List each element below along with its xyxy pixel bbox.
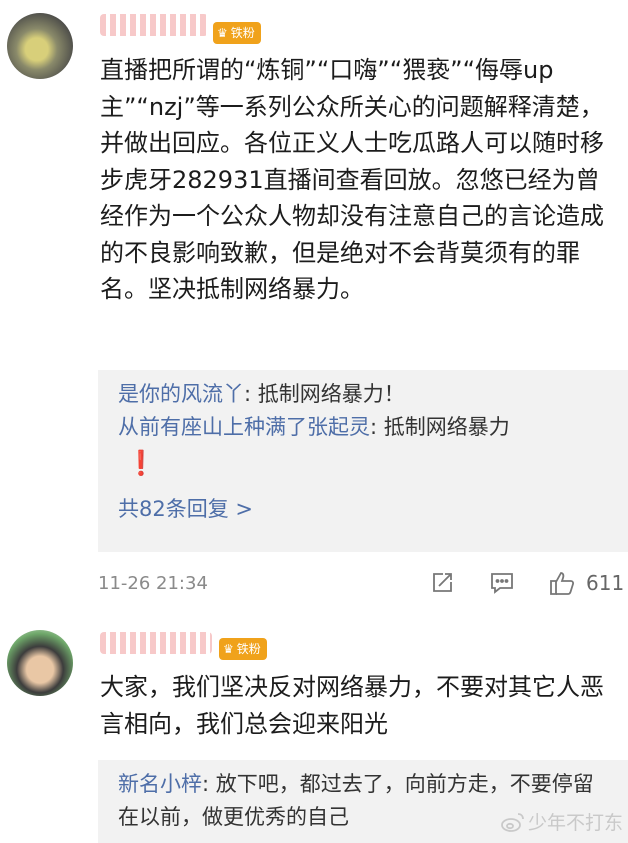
reply-author[interactable]: 新名小梓 xyxy=(118,772,202,796)
fan-badge-label: 铁粉 xyxy=(230,26,255,40)
avatar[interactable] xyxy=(7,13,73,79)
comment-footer: 11-26 21:34 611 xyxy=(98,566,628,600)
reply-item[interactable]: 是你的风流丫: 抵制网络暴力！ xyxy=(118,378,628,411)
crown-icon: ♛ xyxy=(223,642,234,656)
fan-badge-label: 铁粉 xyxy=(236,642,261,656)
timestamp: 11-26 21:34 xyxy=(98,572,208,594)
reply-separator: : xyxy=(202,772,216,796)
fan-badge: ♛ 铁粉 xyxy=(219,638,267,660)
reply-author[interactable]: 是你的风流丫 xyxy=(118,382,244,406)
avatar[interactable] xyxy=(7,630,73,696)
share-icon[interactable] xyxy=(428,569,456,597)
reply-item[interactable]: 从前有座山上种满了张起灵: 抵制网络暴力 xyxy=(118,411,628,444)
reply-text: 抵制网络暴力！ xyxy=(257,382,405,406)
exclamation-icon: ❗ xyxy=(126,449,156,477)
reply-separator: : xyxy=(370,415,384,439)
crown-icon: ♛ xyxy=(217,26,228,40)
comment-text: 大家，我们坚决反对网络暴力，不要对其它人恶言相向，我们总会迎来阳光 xyxy=(100,673,604,738)
comment-icon[interactable] xyxy=(488,569,516,597)
reply-text: 抵制网络暴力 xyxy=(383,415,510,439)
weibo-logo-icon xyxy=(501,812,524,832)
username-blurred[interactable] xyxy=(100,14,208,36)
reply-author[interactable]: 从前有座山上种满了张起灵 xyxy=(118,415,370,439)
comment-text: 直播把所谓的“炼铜”“口嗨”“猥亵”“侮辱up主”“nzj”等一系列公众所关心的… xyxy=(100,56,604,303)
fan-badge: ♛ 铁粉 xyxy=(213,22,261,44)
like-icon[interactable] xyxy=(548,569,576,597)
weibo-watermark: 少年不打东 xyxy=(500,808,623,835)
like-count: 611 xyxy=(586,571,625,595)
watermark-text: 少年不打东 xyxy=(528,812,624,834)
view-all-replies-link[interactable]: 共82条回复 > xyxy=(118,490,628,528)
reply-separator: : xyxy=(244,382,258,406)
reply-panel[interactable]: 是你的风流丫: 抵制网络暴力！ 从前有座山上种满了张起灵: 抵制网络暴力 ❗ 共… xyxy=(98,370,628,552)
username-blurred[interactable] xyxy=(100,632,212,654)
